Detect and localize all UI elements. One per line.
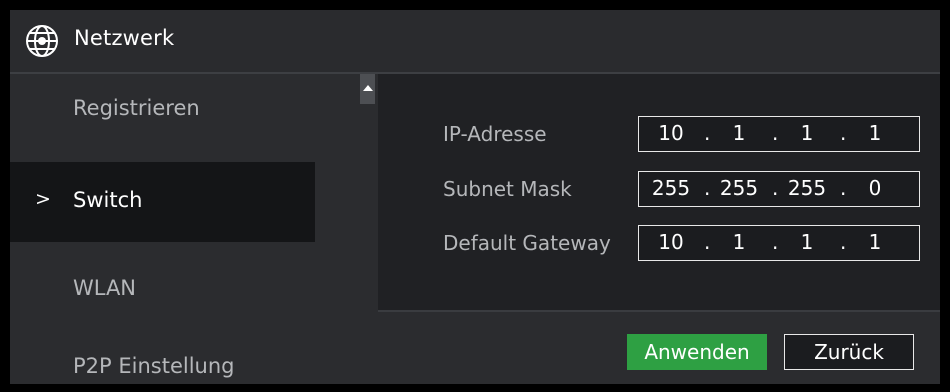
screen-frame: Netzwerk Registrieren > Switch WLAN P2P … [0, 0, 950, 392]
sidebar-item-label: P2P Einstellung [73, 354, 235, 378]
ip-dot: . [772, 176, 779, 200]
ip-octet: 1 [800, 121, 814, 145]
ip-dot: . [840, 121, 847, 145]
ip-dot: . [704, 230, 711, 254]
sidebar-item-registrieren[interactable]: Registrieren [10, 74, 315, 154]
ip-dot: . [704, 176, 711, 200]
sidebar-scrollbar[interactable] [360, 74, 375, 384]
ip-dot: . [840, 176, 847, 200]
settings-panel: IP-Adresse 10 . 1 . 1 . 1 Subnet Mask 25… [378, 74, 940, 310]
ip-octet: 0 [868, 176, 882, 200]
sidebar-item-wlan[interactable]: WLAN [10, 250, 315, 330]
sidebar-item-p2p-einstellung[interactable]: P2P Einstellung [10, 328, 315, 384]
apply-button[interactable]: Anwenden [627, 334, 767, 370]
ip-dot: . [840, 230, 847, 254]
ip-octet: 255 [719, 176, 759, 200]
ip-dot: . [772, 230, 779, 254]
subnet-mask-row: Subnet Mask 255 . 255 . 255 . 0 [378, 171, 940, 211]
network-globe-icon [26, 25, 58, 57]
footer-divider [378, 310, 940, 312]
ip-octet: 1 [732, 230, 746, 254]
back-button[interactable]: Zurück [784, 334, 914, 370]
ip-octet: 10 [658, 230, 684, 254]
ip-octet: 255 [787, 176, 827, 200]
arrow-up-icon [363, 85, 373, 91]
ip-octet: 1 [868, 230, 882, 254]
ip-octet: 1 [800, 230, 814, 254]
chevron-right-icon: > [35, 188, 51, 210]
sidebar-item-label: WLAN [73, 276, 137, 300]
ip-address-row: IP-Adresse 10 . 1 . 1 . 1 [378, 116, 940, 156]
ip-address-label: IP-Adresse [443, 122, 547, 146]
ip-octet: 255 [651, 176, 691, 200]
ip-octet: 10 [658, 121, 684, 145]
ip-address-input[interactable]: 10 . 1 . 1 . 1 [638, 116, 920, 152]
sidebar-item-label: Registrieren [73, 96, 200, 120]
default-gateway-input[interactable]: 10 . 1 . 1 . 1 [638, 225, 920, 261]
title-bar: Netzwerk [10, 10, 940, 74]
ip-dot: . [772, 121, 779, 145]
subnet-mask-label: Subnet Mask [443, 177, 572, 201]
sidebar-item-label: Switch [73, 188, 143, 212]
sidebar-item-switch[interactable]: > Switch [10, 162, 315, 242]
default-gateway-label: Default Gateway [443, 231, 611, 255]
sidebar: Registrieren > Switch WLAN P2P Einstellu… [10, 74, 315, 384]
default-gateway-row: Default Gateway 10 . 1 . 1 . 1 [378, 225, 940, 265]
ip-dot: . [704, 121, 711, 145]
ip-octet: 1 [868, 121, 882, 145]
scroll-up-button[interactable] [360, 74, 375, 104]
subnet-mask-input[interactable]: 255 . 255 . 255 . 0 [638, 171, 920, 207]
window-title: Netzwerk [74, 26, 175, 50]
ip-octet: 1 [732, 121, 746, 145]
